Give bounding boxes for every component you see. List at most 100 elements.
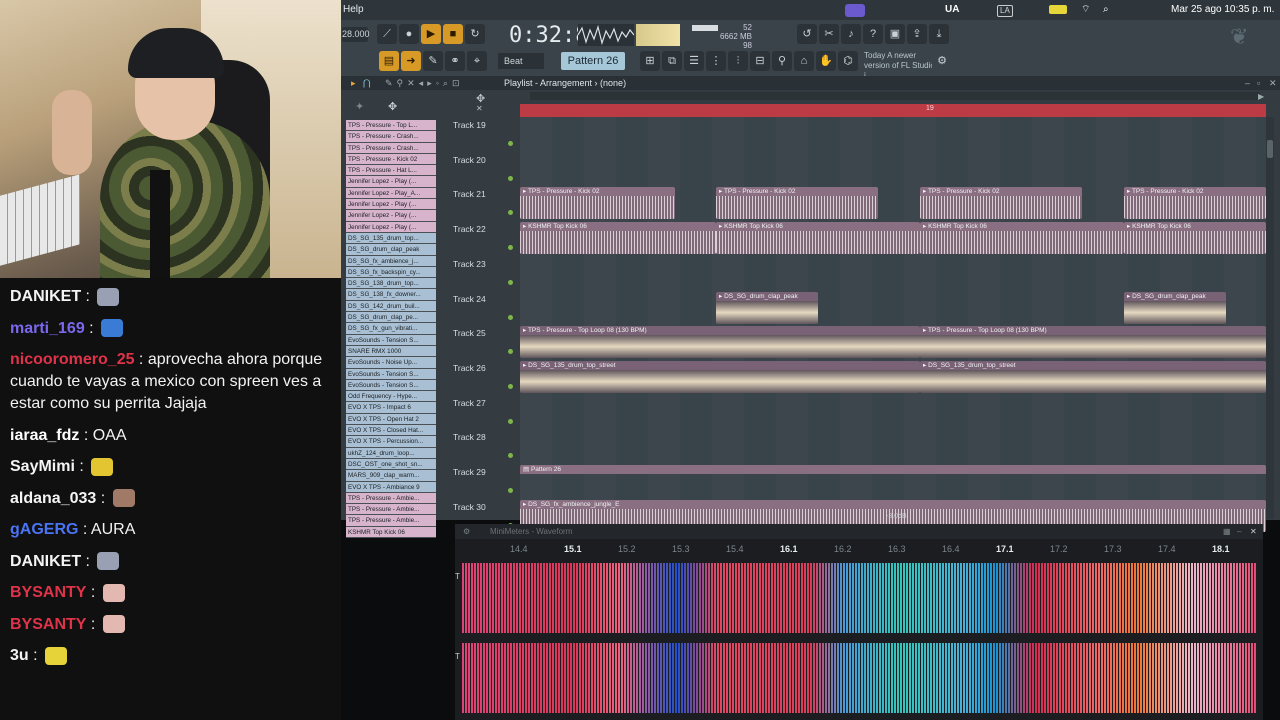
metronome-icon[interactable]: ⟋ bbox=[377, 24, 397, 44]
picker-item[interactable]: TPS - Pressure - Crash... bbox=[346, 142, 436, 154]
stamp-icon[interactable]: ⌖ bbox=[467, 51, 487, 71]
picker-item[interactable]: DSC_OST_one_shot_sn... bbox=[346, 458, 436, 471]
tempo-display[interactable]: 28.000 bbox=[342, 27, 370, 42]
help-icon[interactable]: ? bbox=[863, 24, 883, 44]
picker-item[interactable]: TPS - Pressure - Kick 02 bbox=[346, 153, 436, 166]
plugin-icon[interactable]: ⚲ bbox=[772, 51, 792, 71]
playlist-clip[interactable]: ▤ Pattern 26 bbox=[520, 465, 1266, 475]
track-label[interactable]: Track 25 bbox=[453, 328, 486, 338]
picker-item[interactable]: DS_SG_138_fx_downer... bbox=[346, 289, 436, 301]
close-icon[interactable]: ✕ bbox=[1269, 76, 1277, 90]
picker-item[interactable]: SNARE RMX 1000 bbox=[346, 345, 436, 358]
playlist-clip[interactable]: ▸ TPS - Pressure - Kick 02 bbox=[1124, 187, 1266, 220]
track-label[interactable]: Track 21 bbox=[453, 189, 486, 199]
picker-item[interactable]: DS_SG_drum_clap_pe... bbox=[346, 312, 436, 324]
arrow-right-icon[interactable]: ➜ bbox=[401, 51, 421, 71]
playlist-clip[interactable]: ▸ KSHMR Top Kick 06 bbox=[716, 222, 920, 255]
track-label[interactable]: Track 27 bbox=[453, 398, 486, 408]
picker-item[interactable]: Jennifer Lopez - Play (... bbox=[346, 210, 436, 222]
picker-item[interactable]: TPS - Pressure - Crash... bbox=[346, 131, 436, 143]
waveform-close-icon[interactable]: ✕ bbox=[1250, 524, 1257, 539]
chat-username[interactable]: marti_169 bbox=[10, 320, 85, 337]
picker-move-icon[interactable]: ✥ bbox=[388, 100, 397, 113]
picker-item[interactable]: EvoSounds - Tension S... bbox=[346, 368, 436, 380]
picker-item[interactable]: EVO X TPS - Percussion... bbox=[346, 436, 436, 448]
playlist-clip[interactable]: ▸ TPS - Pressure - Top Loop 08 (130 BPM) bbox=[520, 326, 920, 359]
keyboard-lang[interactable]: UA bbox=[945, 0, 959, 20]
picker-item[interactable]: DS_SG_142_drum_buil... bbox=[346, 300, 436, 313]
mixer-icon[interactable]: ⫶ bbox=[728, 51, 748, 71]
track-label[interactable]: Track 22 bbox=[453, 224, 486, 234]
playlist-clip[interactable]: ▸ DS_SG_135_drum_top_street bbox=[920, 360, 1266, 393]
picker-item[interactable]: Jennifer Lopez - Play (... bbox=[346, 221, 436, 233]
link-icon[interactable]: ⚭ bbox=[445, 51, 465, 71]
channel-rack-icon[interactable]: ⊟ bbox=[750, 51, 770, 71]
track-label[interactable]: Track 26 bbox=[453, 363, 486, 373]
playlist-icon[interactable]: ☰ bbox=[684, 51, 704, 71]
store-icon[interactable]: ⌬ bbox=[838, 51, 858, 71]
picker-star-icon[interactable]: ✦ bbox=[355, 100, 364, 113]
pattern-selector[interactable]: Pattern 26 bbox=[561, 52, 625, 70]
playlist-clip[interactable]: ▸ TPS - Pressure - Kick 02 bbox=[520, 187, 675, 220]
picker-item[interactable]: KSHMR Top Kick 06 bbox=[346, 526, 436, 538]
picker-item[interactable]: MARS_909_clap_warm... bbox=[346, 470, 436, 482]
picker-item[interactable]: DS_SG_drum_clap_peak bbox=[346, 244, 436, 256]
magnet-icon[interactable]: ⋂ bbox=[363, 76, 370, 90]
chat-username[interactable]: iaraa_fdz bbox=[10, 427, 79, 444]
playlist-tools[interactable]: ✎⚲✕◂▸◦⌕⊡ bbox=[385, 76, 463, 90]
chat-username[interactable]: BYSANTY bbox=[10, 584, 86, 601]
timeline-ruler[interactable]: 19 bbox=[520, 104, 1266, 117]
touch-icon[interactable]: ✋ bbox=[816, 51, 836, 71]
new-pattern-icon[interactable]: ⊞ bbox=[640, 51, 660, 71]
playlist-clip[interactable]: ▸ KSHMR Top Kick 06 bbox=[920, 222, 1124, 255]
maximize-icon[interactable]: ▫ bbox=[1257, 76, 1260, 90]
picker-item[interactable]: DS_SG_135_drum_top... bbox=[346, 232, 436, 245]
minimize-icon[interactable]: – bbox=[1245, 76, 1250, 90]
track-close-icon[interactable]: ✕ bbox=[476, 104, 483, 113]
waveform-grid-icon[interactable]: ▦ bbox=[1223, 524, 1231, 539]
play-pattern-icon[interactable]: ▶ bbox=[421, 24, 441, 44]
browser-icon[interactable]: ⌂ bbox=[794, 51, 814, 71]
picker-item[interactable]: Jennifer Lopez - Play (... bbox=[346, 199, 436, 211]
waveform-settings-icon[interactable]: ⚙ bbox=[463, 524, 470, 539]
chat-username[interactable]: DANIKET bbox=[10, 553, 81, 570]
pattern-picker[interactable]: TPS - Pressure - Top L... TPS - Pressure … bbox=[346, 120, 436, 540]
picker-item[interactable]: TPS - Pressure - Top L... bbox=[346, 120, 436, 132]
playlist-arrow-icon[interactable]: ▸ bbox=[351, 76, 356, 90]
app-switcher-icon[interactable] bbox=[845, 4, 865, 17]
input-source[interactable]: LA bbox=[997, 5, 1013, 17]
track-mute-led[interactable] bbox=[508, 314, 513, 320]
loop-icon[interactable]: ↻ bbox=[465, 24, 485, 44]
playlist-clip[interactable]: ▸ TPS - Pressure - Top Loop 08 (130 BPM) bbox=[920, 326, 1266, 359]
playlist-clip[interactable]: ▸ KSHMR Top Kick 06 bbox=[520, 222, 716, 255]
playlist-clip[interactable]: ▸ DS_SG_drum_clap_peak bbox=[1124, 291, 1226, 324]
wifi-icon[interactable]: ⌔ bbox=[1081, 0, 1090, 20]
export-icon[interactable]: ⇪ bbox=[907, 24, 927, 44]
picker-item[interactable]: ukhZ_124_drum_loop... bbox=[346, 447, 436, 459]
chat-username[interactable]: 3u bbox=[10, 647, 29, 664]
track-mute-led[interactable] bbox=[508, 383, 513, 389]
cut-icon[interactable]: ✂ bbox=[819, 24, 839, 44]
picker-item[interactable]: DS_SG_138_drum_top... bbox=[346, 278, 436, 290]
clock[interactable]: Mar 25 ago 10:35 p. m. bbox=[1171, 0, 1274, 20]
microphone-icon[interactable]: ♪ bbox=[841, 24, 861, 44]
picker-item[interactable]: DS_SG_fx_backspin_cy... bbox=[346, 266, 436, 279]
track-label[interactable]: Track 29 bbox=[453, 467, 486, 477]
picker-item[interactable]: EVO X TPS - Ambiance 9 bbox=[346, 481, 436, 493]
playlist-clip[interactable]: ▸ KSHMR Top Kick 06 bbox=[1124, 222, 1266, 255]
track-label[interactable]: Track 23 bbox=[453, 259, 486, 269]
snap-selector[interactable]: Beat bbox=[498, 53, 544, 69]
playlist-grid[interactable]: ▸ TPS - Pressure - Kick 02 ▸ TPS - Pressu… bbox=[520, 117, 1266, 532]
piano-roll-icon[interactable]: ⋮ bbox=[706, 51, 726, 71]
picker-item[interactable]: EVO X TPS - Impact 6 bbox=[346, 402, 436, 414]
picker-item[interactable]: Jennifer Lopez - Play_A... bbox=[346, 187, 436, 200]
timeline-scrollbar[interactable] bbox=[530, 92, 1260, 100]
scroll-right-icon[interactable]: ▶ bbox=[1258, 92, 1264, 101]
battery-icon[interactable] bbox=[1049, 5, 1067, 14]
picker-item[interactable]: EvoSounds - Tension S... bbox=[346, 379, 436, 392]
picker-item[interactable]: TPS - Pressure - Ambie... bbox=[346, 515, 436, 527]
track-label[interactable]: Track 24 bbox=[453, 294, 486, 304]
track-mute-led[interactable] bbox=[508, 488, 513, 493]
track-mute-led[interactable] bbox=[508, 279, 513, 285]
search-icon[interactable]: ⌕ bbox=[1103, 0, 1109, 20]
